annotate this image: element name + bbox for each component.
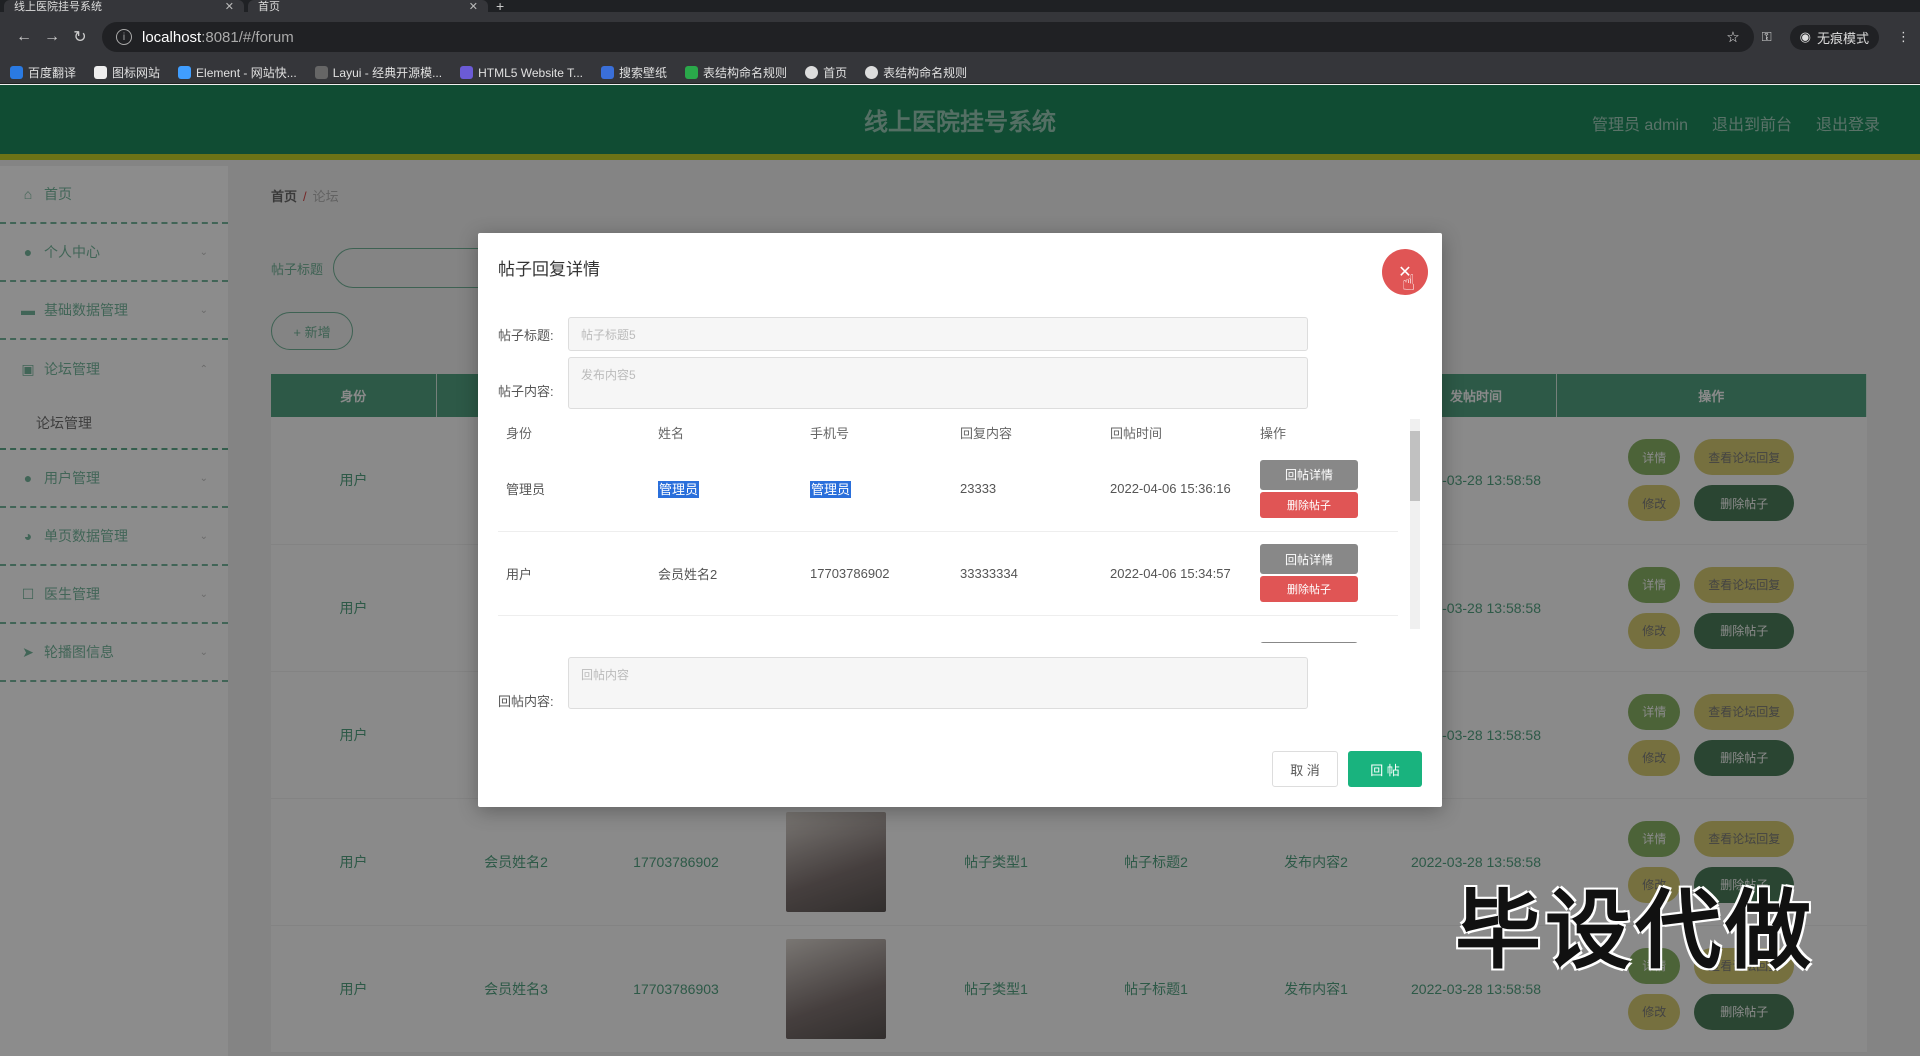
reply-detail-button[interactable]: 回帖详情	[1260, 544, 1358, 574]
tab-title: 线上医院挂号系统	[14, 1, 102, 13]
reply-content-text: 33333334	[960, 565, 1018, 581]
reply-role-text: 管理员	[506, 482, 546, 498]
post-content-field[interactable]: 发布内容5	[568, 357, 1308, 409]
url-path: :8081/#/forum	[201, 28, 294, 46]
incognito-label: 无痕模式	[1816, 30, 1869, 46]
reply-content-text: 23333	[960, 481, 997, 497]
reply-col-phone: 手机号	[810, 425, 850, 441]
reply-content	[952, 615, 1102, 643]
bookmark[interactable]: 搜索壁纸	[601, 64, 667, 81]
new-tab-icon[interactable]: +	[496, 0, 504, 13]
reply-name-text: 管理员	[658, 481, 700, 499]
reload-icon[interactable]: ↻	[66, 27, 94, 47]
reply-table: 身份 姓名 手机号 回复内容 回帖时间 操作 管理员 管理员 管理员 23333 202…	[498, 417, 1398, 643]
reply-col-time: 回帖时间	[1110, 425, 1163, 441]
reply-phone: 管理员	[802, 447, 952, 532]
star-icon[interactable]: ☆	[1726, 28, 1739, 46]
reply-ops: 回帖详情 删除帖子	[1252, 447, 1398, 532]
reply-name	[650, 615, 802, 643]
submit-reply-button[interactable]: 回 帖	[1348, 751, 1422, 787]
bookmark[interactable]: 表结构命名规则	[685, 64, 787, 81]
incognito-icon: ◉	[1799, 29, 1811, 44]
bookmark[interactable]: 表结构命名规则	[865, 64, 967, 81]
reply-phone-text: 管理员	[810, 481, 852, 499]
address-bar: ← → ↻ i localhost:8081/#/forum ☆ ⚿ ◉ 无痕模式…	[0, 12, 1920, 62]
reply-time: 2022-04-06 15:34:57	[1102, 531, 1252, 616]
reply-name: 会员姓名2	[650, 531, 802, 616]
reply-content: 33333334	[952, 531, 1102, 616]
reply-role-text: 用户	[506, 566, 533, 582]
menu-icon[interactable]: ⋮	[1897, 29, 1910, 45]
reply-detail-dialog: 帖子回复详情 ✕ 帖子标题: 帖子标题5 帖子内容: 发布内容5 身份 姓名 手…	[478, 233, 1442, 807]
reply-name-text: 会员姓名2	[658, 566, 718, 582]
key-icon[interactable]: ⚿	[1762, 29, 1772, 45]
bookmark[interactable]: HTML5 Website T...	[460, 65, 583, 80]
browser-tab-1[interactable]: 线上医院挂号系统 ✕	[4, 0, 244, 13]
bookmark[interactable]: Layui - 经典开源模...	[314, 64, 442, 81]
reply-detail-button[interactable]: 回帖详情	[1260, 642, 1358, 643]
pointer-cursor-icon: ☝	[1402, 270, 1416, 295]
reply-row: 用户 会员姓名2 17703786902 33333334 2022-04-06 15:…	[498, 531, 1398, 616]
reply-content: 23333	[952, 447, 1102, 532]
reply-scrollbar[interactable]	[1410, 419, 1420, 629]
browser-tab-bar: 线上医院挂号系统 ✕ 首页 ✕ +	[0, 0, 1920, 13]
reply-time-text: 2022-04-06 15:34:57	[1110, 565, 1231, 581]
bookmarks-bar: 百度翻译 图标网站 Element - 网站快... Layui - 经典开源模…	[0, 62, 1920, 84]
reply-content-label: 回帖内容:	[498, 694, 554, 709]
reply-time: 2022-03-28 14:18:3	[1102, 615, 1252, 643]
reply-phone: 17703786902	[802, 531, 952, 616]
reply-detail-button[interactable]: 回帖详情	[1260, 459, 1358, 490]
bookmark[interactable]: Element - 网站快...	[178, 64, 297, 81]
reply-phone-text: 17703786902	[810, 565, 890, 581]
post-title-field[interactable]: 帖子标题5	[568, 317, 1308, 351]
back-icon[interactable]: ←	[10, 28, 38, 46]
cancel-button[interactable]: 取 消	[1272, 751, 1338, 787]
info-icon[interactable]: i	[116, 29, 132, 45]
reply-role	[498, 615, 650, 643]
reply-content-row: 回帖内容: 回帖内容	[498, 657, 1308, 710]
reply-role: 管理员	[498, 447, 650, 532]
close-tab-icon[interactable]: ✕	[469, 0, 478, 13]
forward-icon[interactable]: →	[38, 28, 66, 46]
scrollbar-thumb[interactable]	[1410, 431, 1420, 501]
post-content-label: 帖子内容:	[498, 384, 554, 399]
reply-role: 用户	[498, 531, 650, 616]
tab-title: 首页	[258, 1, 280, 13]
reply-delete-button[interactable]: 删除帖子	[1260, 491, 1358, 518]
reply-table-wrap[interactable]: 身份 姓名 手机号 回复内容 回帖时间 操作 管理员 管理员 管理员 23333 202…	[498, 417, 1414, 643]
incognito-badge[interactable]: ◉ 无痕模式	[1789, 24, 1879, 50]
watermark: 毕设代做	[1455, 883, 1815, 979]
reply-col-role: 身份	[506, 425, 533, 441]
reply-ops: 回帖详情	[1252, 615, 1398, 643]
browser-tab-2[interactable]: 首页 ✕	[248, 0, 488, 13]
reply-delete-button[interactable]: 删除帖子	[1260, 576, 1358, 602]
post-title-row: 帖子标题: 帖子标题5	[498, 317, 1308, 351]
bookmark[interactable]: 百度翻译	[10, 64, 76, 81]
bookmark[interactable]: 首页	[805, 64, 847, 81]
url-input[interactable]: i localhost:8081/#/forum ☆	[102, 22, 1754, 52]
close-tab-icon[interactable]: ✕	[225, 0, 234, 13]
url-host: localhost	[142, 28, 202, 46]
post-content-row: 帖子内容: 发布内容5	[498, 357, 1308, 409]
reply-time: 2022-04-06 15:36:16	[1102, 447, 1252, 532]
dialog-title: 帖子回复详情	[498, 260, 600, 279]
reply-content-input[interactable]: 回帖内容	[568, 657, 1308, 709]
reply-phone	[802, 615, 952, 643]
reply-col-name: 姓名	[658, 425, 685, 441]
reply-time-text: 2022-04-06 15:36:16	[1110, 481, 1231, 497]
reply-row: 管理员 管理员 管理员 23333 2022-04-06 15:36:16 回帖详情 删除帖…	[498, 447, 1398, 532]
reply-name: 管理员	[650, 447, 802, 532]
reply-col-content: 回复内容	[960, 425, 1013, 441]
bookmark[interactable]: 图标网站	[94, 64, 160, 81]
reply-col-ops: 操作	[1260, 425, 1287, 441]
post-title-label: 帖子标题:	[498, 328, 554, 343]
reply-row: 2022-03-28 14:18:3 回帖详情	[498, 615, 1398, 643]
reply-ops: 回帖详情 删除帖子	[1252, 531, 1398, 616]
